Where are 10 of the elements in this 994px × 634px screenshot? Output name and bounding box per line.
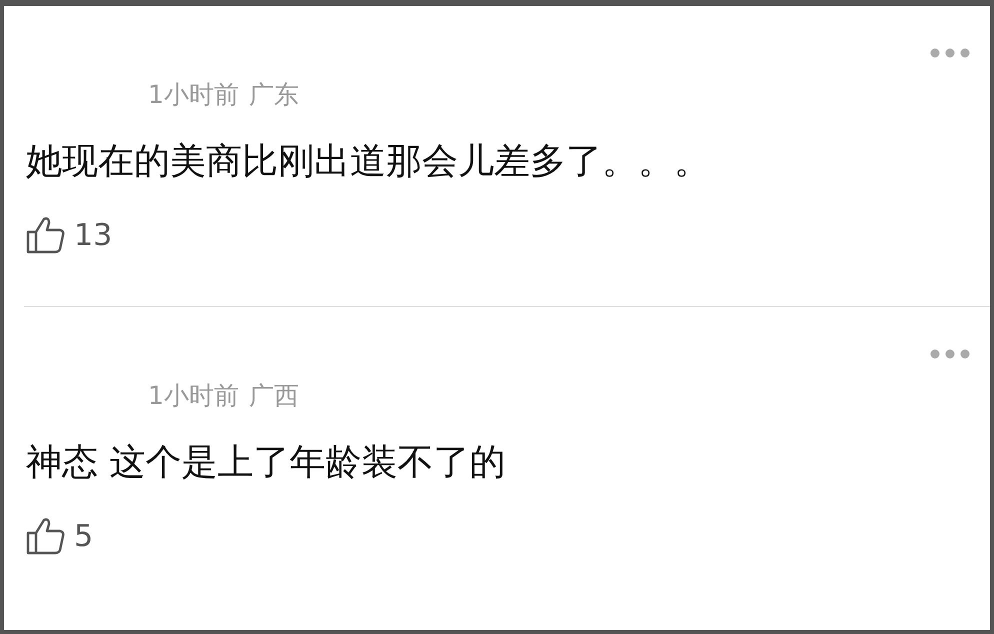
like-count: 5 [74, 518, 94, 554]
comment-text: 她现在的美商比刚出道那会儿差多了。。。 [26, 140, 711, 184]
thumbs-up-icon[interactable] [26, 216, 66, 254]
thumbs-up-icon[interactable] [26, 517, 66, 555]
comment-time: 1小时前 [148, 79, 239, 111]
comment-text: 神态 这个是上了年龄装不了的 [26, 441, 506, 485]
like-count: 13 [74, 218, 112, 252]
comment-location: 广西 [248, 380, 299, 412]
comment-location: 广东 [248, 79, 299, 111]
comment-time: 1小时前 [148, 380, 239, 412]
